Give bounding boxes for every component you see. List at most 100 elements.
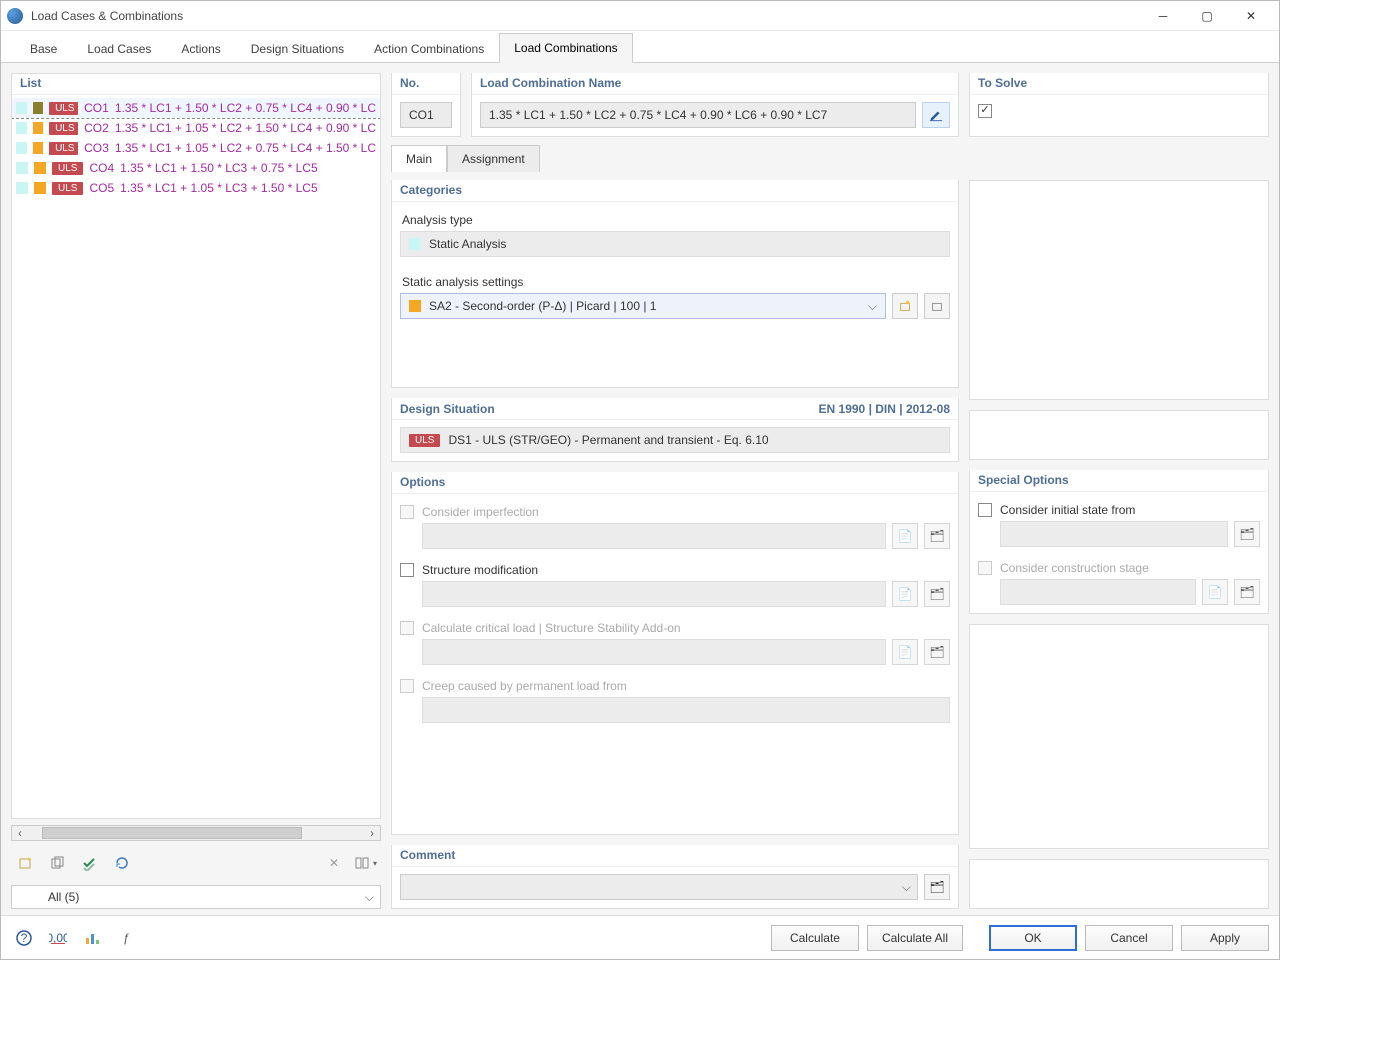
- structure-mod-new-button[interactable]: 📄: [892, 581, 918, 607]
- tab-design-situations[interactable]: Design Situations: [236, 34, 359, 63]
- swatch-icon: [34, 162, 46, 174]
- apply-button[interactable]: Apply: [1181, 925, 1269, 951]
- list-toolbar: ✕ ▾: [11, 847, 381, 879]
- initial-state-label: Consider initial state from: [1000, 503, 1135, 517]
- scroll-right-icon[interactable]: ›: [364, 826, 380, 840]
- imperfection-checkbox: [400, 505, 414, 519]
- window-title: Load Cases & Combinations: [31, 9, 1141, 23]
- co-number: CO5: [89, 181, 114, 195]
- list-item[interactable]: ULSCO41.35 * LC1 + 1.50 * LC3 + 0.75 * L…: [12, 158, 380, 178]
- structure-mod-edit-button[interactable]: 🗂: [924, 581, 950, 607]
- co-expression: 1.35 * LC1 + 1.50 * LC2 + 0.75 * LC4 + 0…: [115, 101, 376, 115]
- special-options-title: Special Options: [970, 470, 1268, 492]
- close-button[interactable]: ✕: [1229, 1, 1273, 31]
- svg-text:0,00: 0,00: [49, 931, 67, 945]
- list-item[interactable]: ULSCO51.35 * LC1 + 1.05 * LC3 + 1.50 * L…: [12, 178, 380, 198]
- function-button[interactable]: ƒ: [113, 925, 139, 951]
- swatch-icon: [16, 102, 27, 114]
- columns-button[interactable]: ▾: [353, 851, 379, 875]
- filter-select[interactable]: All (5) ⌵: [11, 885, 381, 909]
- structure-mod-input: [422, 581, 886, 607]
- name-label: Load Combination Name: [472, 73, 958, 95]
- check-all-button[interactable]: [77, 851, 103, 875]
- scroll-left-icon[interactable]: ‹: [12, 826, 28, 840]
- list-title: List: [12, 73, 380, 95]
- settings-new-button[interactable]: [892, 293, 918, 319]
- ok-button[interactable]: OK: [989, 925, 1077, 951]
- combination-name-field[interactable]: 1.35 * LC1 + 1.50 * LC2 + 0.75 * LC4 + 0…: [480, 102, 916, 128]
- swatch-icon: [33, 142, 44, 154]
- list-panel: List ULSCO11.35 * LC1 + 1.50 * LC2 + 0.7…: [11, 73, 381, 819]
- creep-label: Creep caused by permanent load from: [422, 679, 627, 693]
- titlebar: Load Cases & Combinations ─ ▢ ✕: [1, 1, 1279, 31]
- comment-panel: Comment ⌵ 🗂: [391, 845, 959, 909]
- imperfection-edit-button[interactable]: 🗂: [924, 523, 950, 549]
- critical-load-label: Calculate critical load | Structure Stab…: [422, 621, 681, 635]
- subtab-main[interactable]: Main: [391, 145, 447, 172]
- comment-title: Comment: [392, 845, 958, 867]
- options-panel: Options Consider imperfection 📄🗂 Structu…: [391, 472, 959, 835]
- calculate-all-button[interactable]: Calculate All: [867, 925, 963, 951]
- help-button[interactable]: ?: [11, 925, 37, 951]
- scroll-thumb[interactable]: [42, 827, 302, 839]
- construction-stage-new-button[interactable]: 📄: [1202, 579, 1228, 605]
- co-number: CO4: [89, 161, 114, 175]
- tab-load-combinations[interactable]: Load Combinations: [499, 33, 632, 63]
- critical-load-new-button[interactable]: 📄: [892, 639, 918, 665]
- initial-state-edit-button[interactable]: 🗂: [1234, 521, 1260, 547]
- graph-button[interactable]: [79, 925, 105, 951]
- refresh-button[interactable]: [109, 851, 135, 875]
- bottom-bar: ? 0,00 ƒ Calculate Calculate All OK Canc…: [1, 915, 1279, 959]
- new-item-button[interactable]: [13, 851, 39, 875]
- tab-base[interactable]: Base: [15, 34, 72, 63]
- special-options-panel: Special Options Consider initial state f…: [969, 470, 1269, 614]
- comment-library-button[interactable]: 🗂: [924, 874, 950, 900]
- tab-load-cases[interactable]: Load Cases: [72, 34, 166, 63]
- edit-name-button[interactable]: [922, 102, 950, 128]
- design-situation-field: ULS DS1 - ULS (STR/GEO) - Permanent and …: [400, 427, 950, 453]
- side-blank-1: [969, 180, 1269, 400]
- subtab-bar: MainAssignment: [391, 145, 1269, 172]
- co-expression: 1.35 * LC1 + 1.05 * LC3 + 1.50 * LC5: [120, 181, 317, 195]
- analysis-type-field: Static Analysis: [400, 231, 950, 257]
- calculate-button[interactable]: Calculate: [771, 925, 859, 951]
- name-panel: Load Combination Name 1.35 * LC1 + 1.50 …: [471, 73, 959, 137]
- critical-load-edit-button[interactable]: 🗂: [924, 639, 950, 665]
- settings-edit-button[interactable]: [924, 293, 950, 319]
- uls-badge: ULS: [52, 162, 83, 175]
- swatch-icon: [33, 122, 44, 134]
- chevron-down-icon: ⌵: [868, 299, 877, 314]
- tab-bar: BaseLoad CasesActionsDesign SituationsAc…: [1, 31, 1279, 63]
- construction-stage-edit-button[interactable]: 🗂: [1234, 579, 1260, 605]
- to-solve-checkbox[interactable]: [978, 104, 992, 118]
- list-item[interactable]: ULSCO11.35 * LC1 + 1.50 * LC2 + 0.75 * L…: [12, 98, 380, 118]
- tab-actions[interactable]: Actions: [166, 34, 235, 63]
- co-expression: 1.35 * LC1 + 1.05 * LC2 + 1.50 * LC4 + 0…: [115, 121, 376, 135]
- critical-load-input: [422, 639, 886, 665]
- maximize-button[interactable]: ▢: [1185, 1, 1229, 31]
- settings-select[interactable]: SA2 - Second-order (P-Δ) | Picard | 100 …: [400, 293, 886, 319]
- imperfection-new-button[interactable]: 📄: [892, 523, 918, 549]
- tab-action-combinations[interactable]: Action Combinations: [359, 34, 499, 63]
- svg-text:ƒ: ƒ: [123, 931, 130, 945]
- svg-text:?: ?: [21, 931, 28, 945]
- delete-button[interactable]: ✕: [321, 851, 347, 875]
- list-rows[interactable]: ULSCO11.35 * LC1 + 1.50 * LC2 + 0.75 * L…: [12, 98, 380, 810]
- construction-stage-checkbox: [978, 561, 992, 575]
- construction-stage-input: [1000, 579, 1196, 605]
- initial-state-checkbox[interactable]: [978, 503, 992, 517]
- list-item[interactable]: ULSCO21.35 * LC1 + 1.05 * LC2 + 1.50 * L…: [12, 118, 380, 138]
- cancel-button[interactable]: Cancel: [1085, 925, 1173, 951]
- ds-badge: ULS: [409, 434, 440, 447]
- swatch-icon: [16, 122, 27, 134]
- list-item[interactable]: ULSCO31.35 * LC1 + 1.05 * LC2 + 0.75 * L…: [12, 138, 380, 158]
- units-button[interactable]: 0,00: [45, 925, 71, 951]
- subtab-assignment[interactable]: Assignment: [447, 145, 540, 172]
- minimize-button[interactable]: ─: [1141, 1, 1185, 31]
- design-situation-title: Design Situation: [400, 402, 495, 416]
- solve-label: To Solve: [970, 73, 1268, 95]
- comment-select[interactable]: ⌵: [400, 874, 918, 900]
- structure-mod-checkbox[interactable]: [400, 563, 414, 577]
- copy-item-button[interactable]: [45, 851, 71, 875]
- list-hscrollbar[interactable]: ‹ ›: [11, 825, 381, 841]
